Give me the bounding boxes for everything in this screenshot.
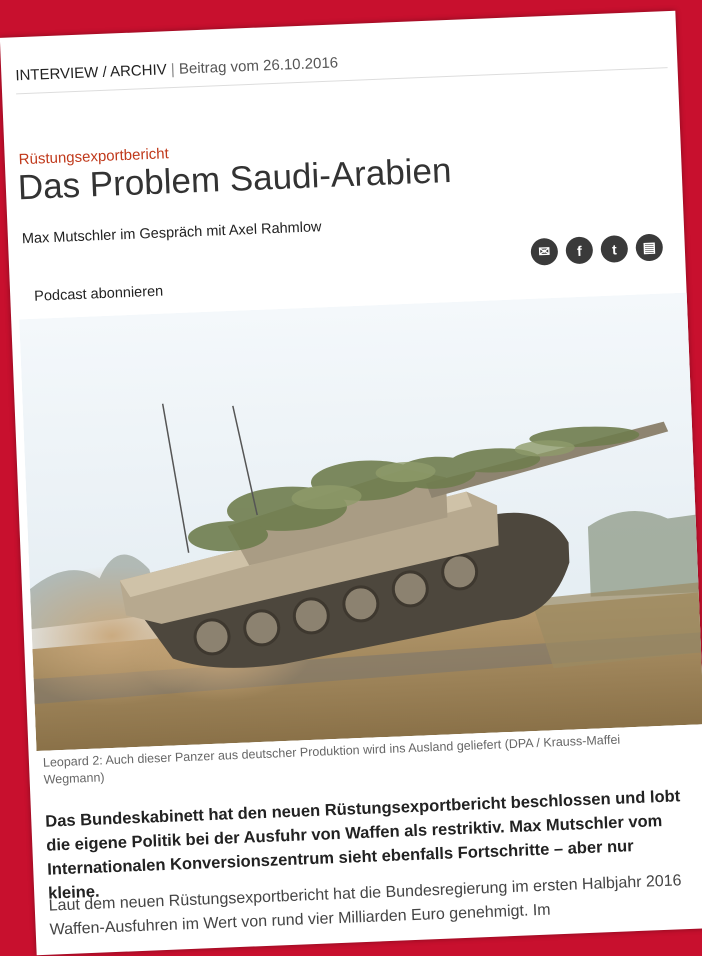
tank-image [19, 292, 702, 752]
section-label[interactable]: INTERVIEW / ARCHIV [15, 61, 167, 84]
article-page: INTERVIEW / ARCHIV | Beitrag vom 26.10.2… [0, 10, 702, 956]
publish-date: Beitrag vom 26.10.2016 [178, 54, 339, 78]
email-icon[interactable]: ✉ [530, 237, 559, 266]
facebook-icon[interactable]: f [565, 236, 594, 265]
share-bar: ✉ f t ▤ [530, 233, 664, 266]
breadcrumb-separator: | [170, 60, 176, 79]
twitter-icon[interactable]: t [600, 234, 629, 263]
breadcrumb-bar: INTERVIEW / ARCHIV | Beitrag vom 26.10.2… [15, 41, 668, 95]
article-byline: Max Mutschler im Gespräch mit Axel Rahml… [21, 219, 322, 248]
article-photo [19, 292, 702, 752]
podcast-subscribe-link[interactable]: Podcast abonnieren [34, 284, 164, 305]
print-icon[interactable]: ▤ [635, 233, 664, 262]
